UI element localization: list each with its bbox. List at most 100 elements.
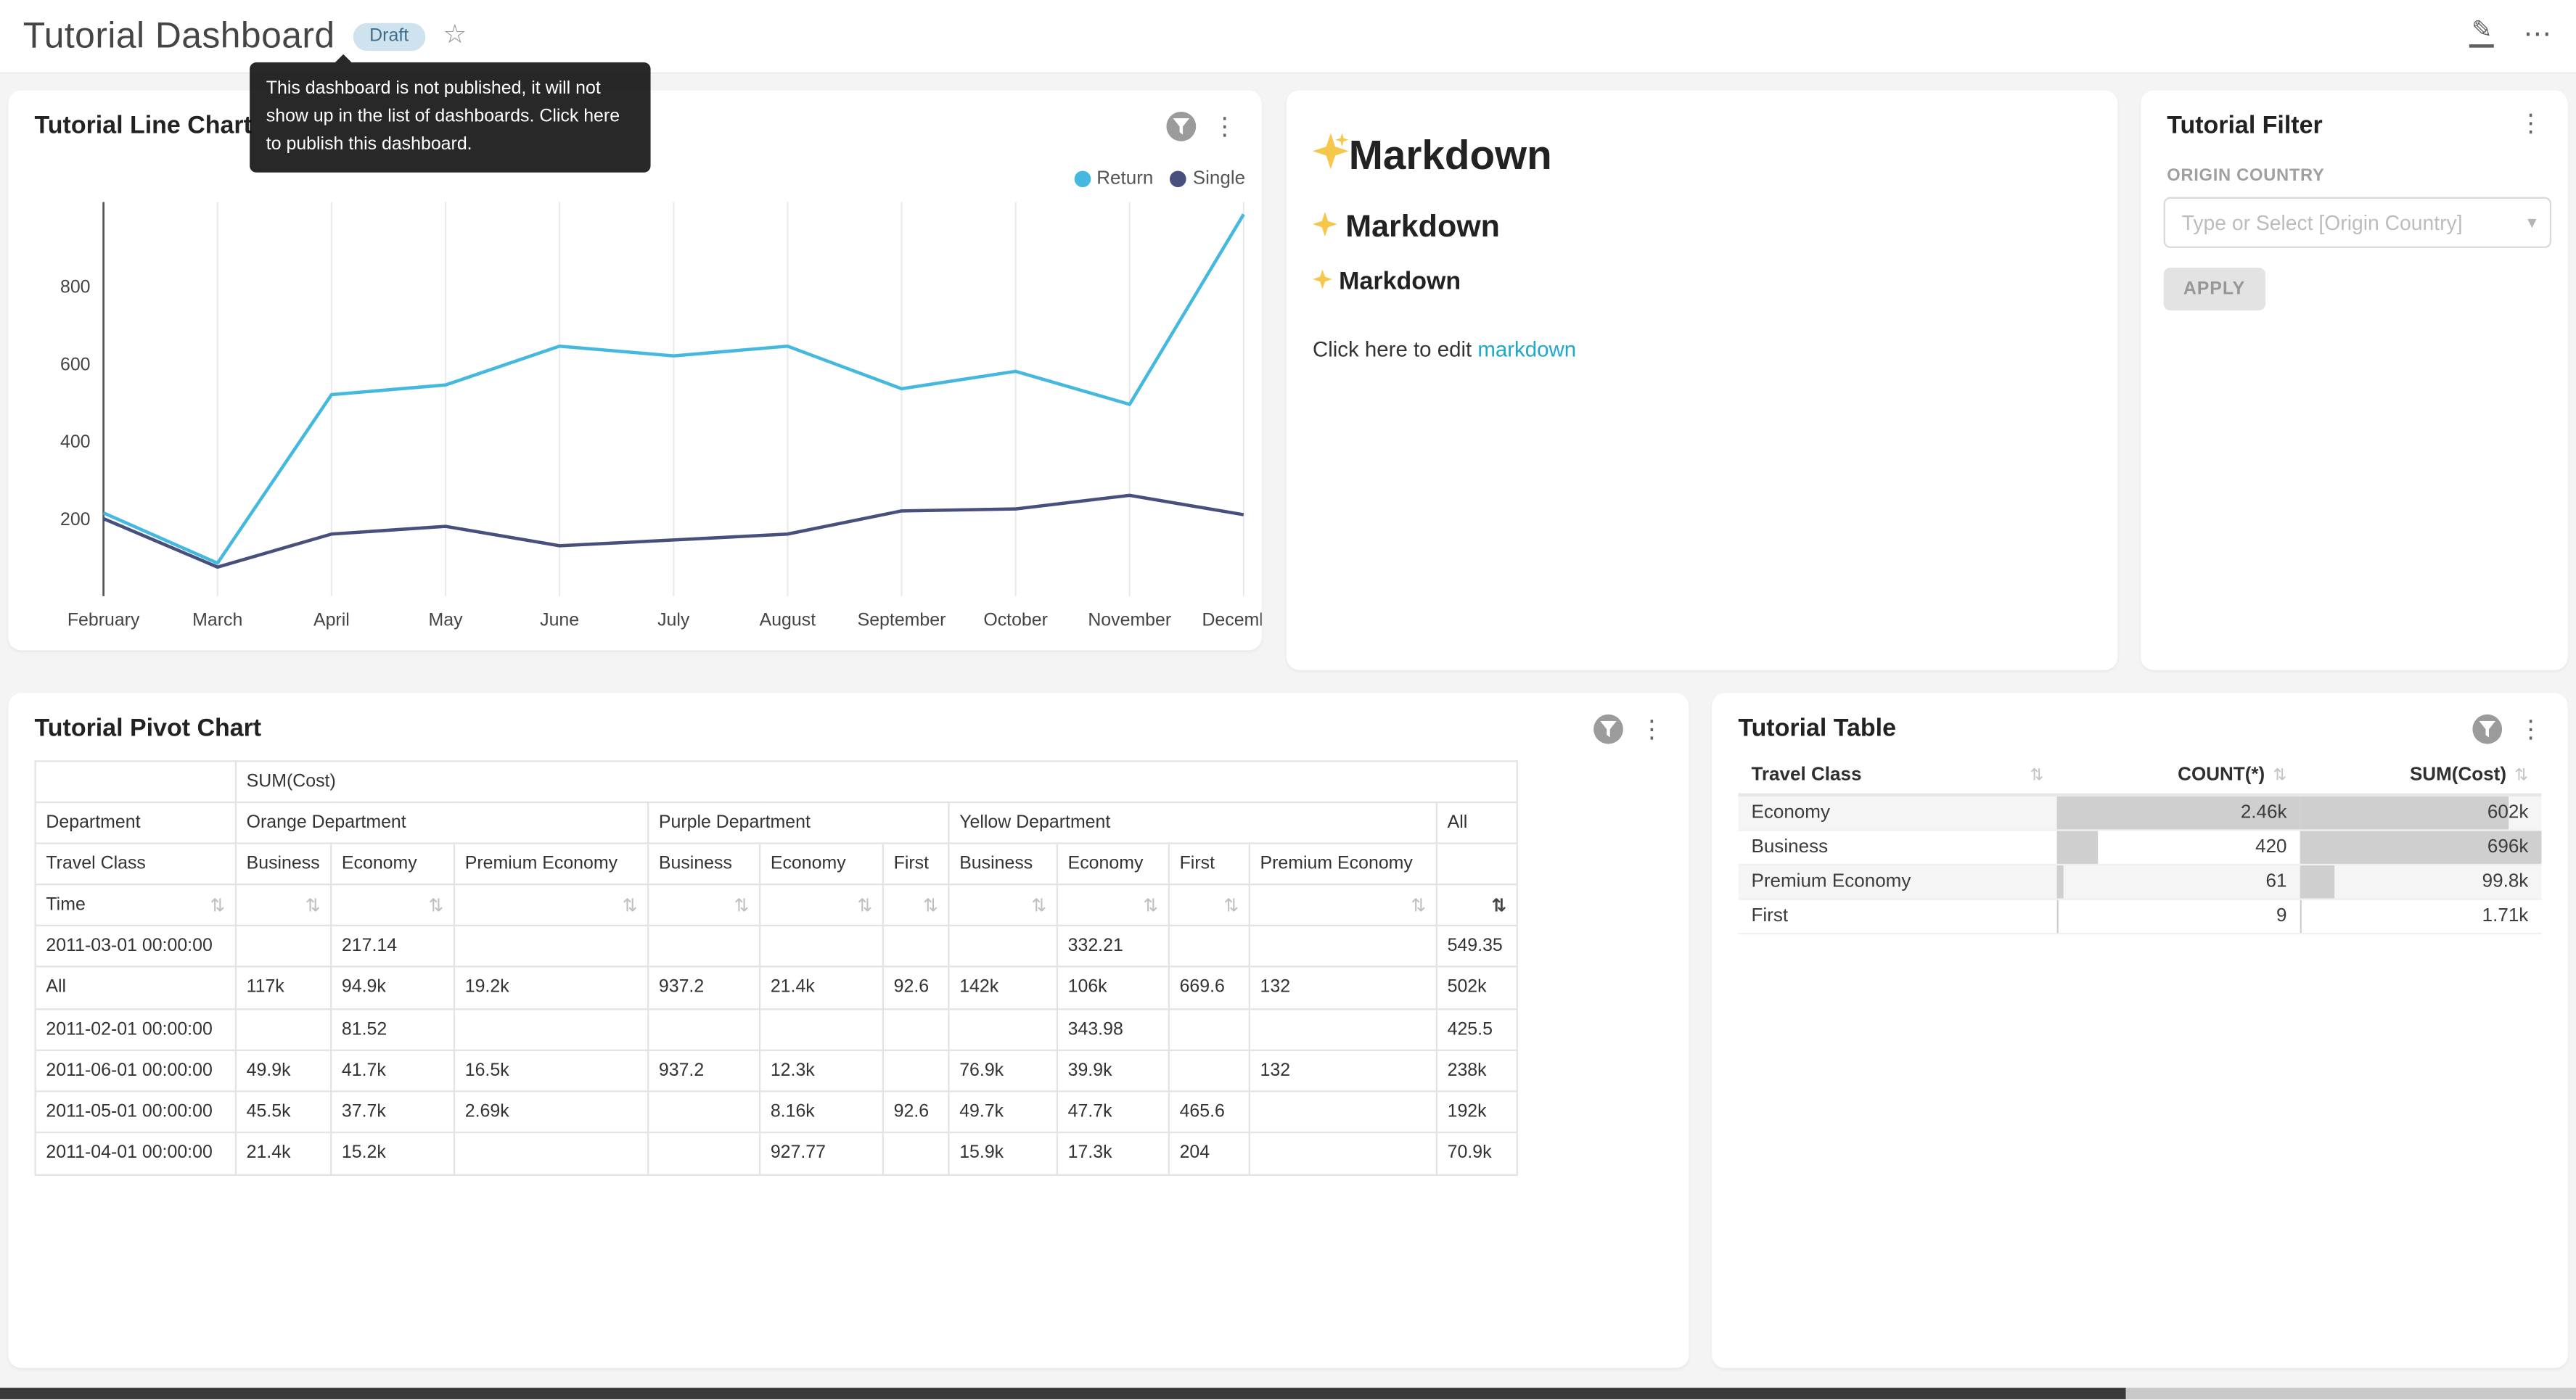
pivot-sort-cell[interactable]: ⇅ [760,884,883,926]
pivot-value-cell [648,1133,760,1174]
sort-icon[interactable]: ⇅ [734,894,750,915]
pivot-value-cell: 15.2k [331,1133,454,1174]
col-header-sum-cost[interactable]: SUM(Cost)⇅ [2300,757,2542,795]
pivot-value-cell [236,926,331,967]
travel-class-cell: First [1738,899,2056,934]
pivot-value-cell [948,926,1057,967]
apply-button[interactable]: APPLY [2164,268,2265,310]
favorite-star-icon[interactable]: ☆ [443,18,467,51]
chevron-down-icon: ▾ [2527,212,2537,233]
pivot-value-cell: 669.6 [1169,967,1250,1008]
svg-text:200: 200 [60,509,91,530]
pivot-sort-cell[interactable]: ⇅ [648,884,760,926]
sort-icon[interactable]: ⇅ [1223,894,1239,915]
origin-country-select[interactable]: Type or Select [Origin Country] ▾ [2164,197,2551,248]
header-more-menu-icon[interactable]: ⋯ [2524,19,2554,46]
sort-icon[interactable]: ⇅ [623,894,638,915]
sort-icon[interactable]: ⇅ [2514,767,2528,785]
pivot-value-cell: 45.5k [236,1092,331,1133]
pivot-value-cell: 19.2k [454,967,648,1008]
col-header-travel-class[interactable]: Travel Class⇅ [1738,757,2056,795]
bottom-strip-dark [0,1388,2126,1399]
pivot-value-cell: 132 [1250,1050,1437,1092]
pivot-col-header: Premium Economy [454,844,648,885]
pivot-value-cell [454,1008,648,1050]
pivot-sort-cell[interactable]: ⇅ [236,884,331,926]
pivot-metric-header: SUM(Cost) [236,761,1517,802]
sort-icon[interactable]: ⇅ [1031,894,1046,915]
pivot-sort-cell[interactable]: ⇅ [1057,884,1169,926]
draft-badge[interactable]: Draft [353,22,425,50]
pivot-all-header: All [1437,802,1517,844]
sort-icon[interactable]: ⇅ [1143,894,1158,915]
pivot-row-dim[interactable]: Time⇅ [36,884,236,926]
results-table: Travel Class⇅ COUNT(*)⇅ SUM(Cost)⇅ Econo… [1738,757,2541,935]
markdown-paragraph: Click here to edit markdown [1313,337,2091,361]
chart-filter-icon[interactable] [1166,112,1196,141]
sort-icon[interactable]: ⇅ [1411,894,1426,915]
svg-text:600: 600 [60,354,91,374]
chart-filter-icon[interactable] [2472,715,2502,744]
pivot-sort-cell[interactable]: ⇅ [1169,884,1250,926]
line-chart-plot: 200400600800FebruaryMarchAprilMayJuneJul… [12,192,1262,648]
line-chart-kebab-icon[interactable]: ⋮ [1207,114,1242,139]
svg-text:October: October [983,610,1048,630]
pivot-value-cell: 142k [948,967,1057,1008]
pivot-value-cell: 12.3k [760,1050,883,1092]
chart-filter-icon[interactable] [1593,715,1623,744]
svg-text:February: February [67,610,140,630]
pivot-sort-cell[interactable]: ⇅ [1437,884,1517,926]
pivot-card-title: Tutorial Pivot Chart [35,715,262,742]
pivot-dim-label: Travel Class [36,844,236,885]
pivot-table: SUM(Cost)DepartmentOrange DepartmentPurp… [35,760,1518,1175]
pivot-group-header: Purple Department [648,802,948,844]
pivot-col-header: First [1169,844,1250,885]
pivot-value-cell: 21.4k [760,967,883,1008]
pivot-sort-cell[interactable]: ⇅ [1250,884,1437,926]
svg-text:800: 800 [60,276,91,297]
pivot-row-label: 2011-03-01 00:00:00 [36,926,236,967]
line-chart-svg: 200400600800FebruaryMarchAprilMayJuneJul… [12,192,1262,648]
sort-icon[interactable]: ⇅ [2030,766,2043,784]
pivot-value-cell: 47.7k [1057,1092,1169,1133]
edit-markdown-link[interactable]: markdown [1477,337,1576,361]
pivot-value-cell: 465.6 [1169,1092,1250,1133]
table-card-kebab-icon[interactable]: ⋮ [2514,717,2548,741]
legend-item-return[interactable]: Return [1074,169,1154,189]
pivot-sort-cell[interactable]: ⇅ [454,884,648,926]
pivot-sort-cell[interactable]: ⇅ [883,884,949,926]
pivot-sort-cell[interactable]: ⇅ [331,884,454,926]
filter-card-kebab-icon[interactable]: ⋮ [2514,112,2548,136]
pivot-card-kebab-icon[interactable]: ⋮ [1635,717,1670,741]
pivot-value-cell [883,1050,949,1092]
col-header-count[interactable]: COUNT(*)⇅ [2057,757,2300,795]
pivot-value-cell: 937.2 [648,967,760,1008]
pivot-value-cell: 343.98 [1057,1008,1169,1050]
table-card-title: Tutorial Table [1738,715,1896,742]
pivot-col-header: Business [648,844,760,885]
pivot-sort-cell[interactable]: ⇅ [948,884,1057,926]
sort-icon[interactable]: ⇅ [1491,894,1506,915]
sort-icon[interactable]: ⇅ [428,894,443,915]
pivot-value-cell [648,1092,760,1133]
sort-icon[interactable]: ⇅ [210,894,225,915]
line-chart-card: Tutorial Line Chart ⋮ Return Single 2 [8,91,1261,651]
table-row: First91.71k [1738,899,2541,934]
pivot-col-header: Business [948,844,1057,885]
sort-icon[interactable]: ⇅ [857,894,872,915]
pivot-empty-header [1437,844,1517,885]
pivot-chart-card: Tutorial Pivot Chart ⋮ SUM(Cost)Departme… [8,693,1689,1368]
edit-dashboard-icon[interactable]: ✎ [2470,18,2494,48]
sparkles-icon [1313,133,1349,181]
pivot-value-cell: 92.6 [883,1092,949,1133]
legend-item-single[interactable]: Single [1170,169,1245,189]
sort-icon[interactable]: ⇅ [923,894,938,915]
svg-text:September: September [858,610,946,630]
pivot-value-cell [948,1008,1057,1050]
results-table-body: Economy2.46k602kBusiness420696kPremium E… [1738,795,2541,934]
pivot-value-cell: 76.9k [948,1050,1057,1092]
sort-icon[interactable]: ⇅ [305,894,321,915]
markdown-h1: Markdown [1313,133,2091,181]
pivot-value-cell: 17.3k [1057,1133,1169,1174]
sort-icon[interactable]: ⇅ [2273,767,2287,785]
